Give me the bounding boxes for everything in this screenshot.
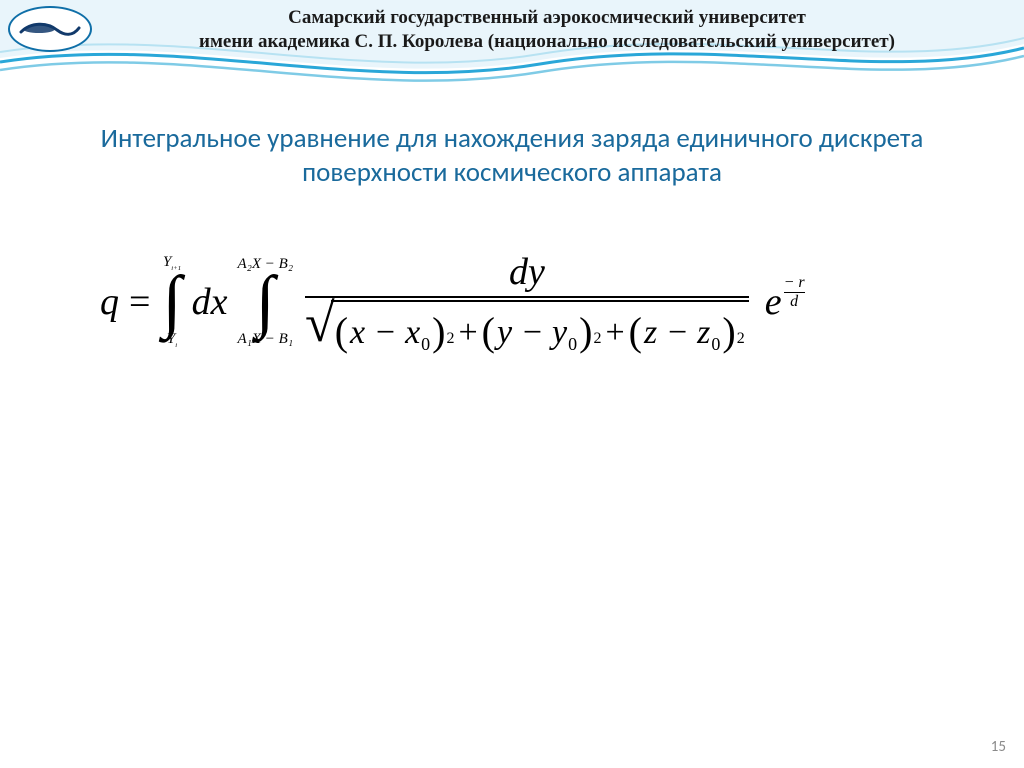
integral-2-lower: A₁X − B₁ <box>238 332 294 347</box>
e-base: e <box>765 280 782 324</box>
fraction-denominator: √ ( x − x0 )2 + ( y − y0 )2 + ( z − z0 )… <box>305 298 749 356</box>
radicand: ( x − x0 )2 + ( y − y0 )2 + ( z − z0 )2 <box>331 300 749 356</box>
exponent-numerator: − r <box>784 274 805 292</box>
integral-symbol-icon: ∫ <box>162 274 181 330</box>
integral-symbol-icon: ∫ <box>256 274 275 330</box>
lhs-variable: q <box>100 280 119 324</box>
dx-differential: dx <box>192 280 228 324</box>
university-line-1: Самарский государственный аэрокосмически… <box>100 6 994 30</box>
fraction-numerator: dy <box>489 250 565 296</box>
slide-title: Интегральное уравнение для нахождения за… <box>60 122 964 190</box>
integral-1: Yi+1 ∫ Yi <box>162 255 181 351</box>
university-line-2: имени академика С. П. Королева (национал… <box>100 30 994 54</box>
exponent-fraction: − r d <box>784 274 805 311</box>
exponent-denominator: d <box>790 293 798 311</box>
integral-2: A₂X − B₂ ∫ A₁X − B₁ <box>238 257 294 347</box>
radical-symbol-icon: √ <box>305 299 335 355</box>
main-fraction: dy √ ( x − x0 )2 + ( y − y0 )2 + ( z <box>305 250 749 356</box>
formula-container: q = Yi+1 ∫ Yi dx A₂X − B₂ ∫ A₁X − B₁ dy … <box>0 250 1024 356</box>
slide-header: Самарский государственный аэрокосмически… <box>0 0 1024 66</box>
equals-sign: = <box>129 280 150 324</box>
integral-equation: q = Yi+1 ∫ Yi dx A₂X − B₂ ∫ A₁X − B₁ dy … <box>100 250 954 356</box>
integral-1-lower: Yi <box>167 332 177 350</box>
page-number: 15 <box>991 738 1006 756</box>
university-logo <box>8 6 92 52</box>
square-root: √ ( x − x0 )2 + ( y − y0 )2 + ( z − z0 )… <box>305 300 749 356</box>
exponential-term: e − r d <box>765 280 805 324</box>
university-name: Самарский государственный аэрокосмически… <box>100 6 994 54</box>
